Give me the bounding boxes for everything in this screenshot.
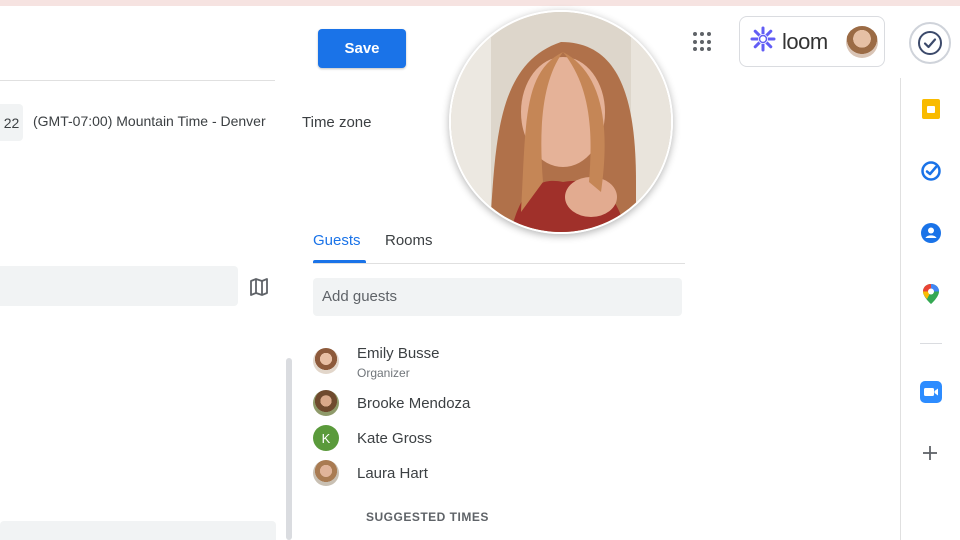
side-panel-divider xyxy=(920,343,942,344)
loom-label: loom xyxy=(782,28,828,54)
section-divider xyxy=(0,80,275,81)
guest-row[interactable] xyxy=(313,460,339,486)
suggested-times-label[interactable]: SUGGESTED TIMES xyxy=(366,510,489,524)
scrollbar[interactable] xyxy=(286,358,292,540)
guest-row[interactable] xyxy=(313,390,339,416)
save-button[interactable]: Save xyxy=(318,29,406,68)
time-zone-button[interactable]: Time zone xyxy=(302,114,371,131)
avatar xyxy=(313,390,339,416)
guest-row[interactable]: K xyxy=(313,425,339,451)
avatar xyxy=(313,348,339,374)
description-box[interactable] xyxy=(0,521,276,540)
tab-guests[interactable]: Guests xyxy=(313,232,361,249)
date-chip[interactable]: 22 xyxy=(0,104,23,141)
guest-name: Laura Hart xyxy=(357,465,428,482)
guest-row[interactable] xyxy=(313,348,339,374)
time-zone-value[interactable]: (GMT-07:00) Mountain Time - Denver xyxy=(33,113,266,129)
guest-name: Kate Gross xyxy=(357,430,433,447)
maps-icon[interactable] xyxy=(921,283,941,310)
window-top-strip xyxy=(0,0,960,6)
avatar: K xyxy=(313,425,339,451)
map-icon[interactable] xyxy=(248,276,270,298)
guest-name: Brooke Mendoza xyxy=(357,395,471,412)
loom-extension-button[interactable]: loom xyxy=(739,16,885,67)
tab-divider xyxy=(313,263,685,264)
zoom-icon[interactable] xyxy=(919,380,943,409)
check-circle-icon[interactable] xyxy=(909,22,951,64)
tab-rooms[interactable]: Rooms xyxy=(385,232,433,249)
keep-icon[interactable] xyxy=(920,98,942,125)
add-icon[interactable] xyxy=(921,444,939,467)
tasks-icon[interactable] xyxy=(920,160,942,187)
avatar xyxy=(313,460,339,486)
contacts-icon[interactable] xyxy=(920,222,942,249)
guest-name: Emily Busse xyxy=(357,345,440,362)
loom-camera-bubble[interactable] xyxy=(449,10,673,234)
apps-grid-icon[interactable] xyxy=(693,32,713,52)
loom-logo-icon xyxy=(750,26,776,57)
add-guests-input[interactable]: Add guests xyxy=(313,278,682,316)
loom-user-avatar xyxy=(845,25,878,58)
guest-role: Organizer xyxy=(357,366,410,380)
location-input[interactable] xyxy=(0,266,238,306)
